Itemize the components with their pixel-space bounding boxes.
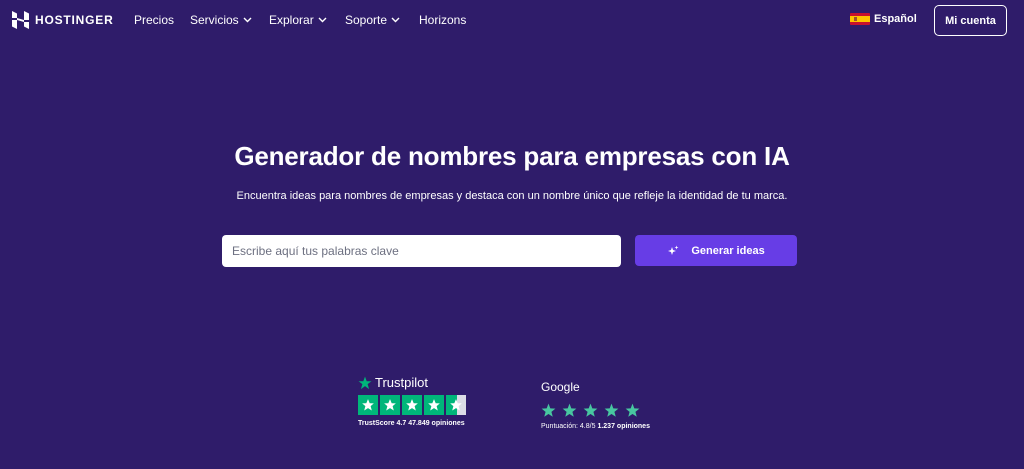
google-count: 1.237 opiniones bbox=[597, 423, 650, 430]
google-rating[interactable]: Google Puntuación: 4.8/5 1.237 opiniones bbox=[541, 380, 650, 430]
trustpilot-star-icon bbox=[358, 376, 372, 389]
my-account-button[interactable]: Mi cuenta bbox=[934, 5, 1007, 36]
page-title: Generador de nombres para empresas con I… bbox=[234, 141, 790, 171]
chevron-down-icon bbox=[391, 17, 400, 23]
star-icon bbox=[604, 403, 619, 417]
page: HOSTINGER Precios Servicios Explorar Sop… bbox=[0, 0, 1024, 469]
brand-name: HOSTINGER bbox=[35, 13, 114, 27]
brand-logo[interactable]: HOSTINGER bbox=[12, 11, 114, 29]
google-name: Google bbox=[541, 380, 580, 394]
nav-item-label: Explorar bbox=[269, 13, 314, 27]
nav-item-label: Horizons bbox=[419, 13, 467, 27]
star-icon bbox=[380, 395, 400, 415]
trustpilot-score-label: TrustScore 4.7 bbox=[358, 420, 407, 427]
star-icon bbox=[402, 395, 422, 415]
nav-item-precios[interactable]: Precios bbox=[134, 13, 174, 27]
generate-ideas-button[interactable]: Generar ideas bbox=[635, 235, 797, 266]
trustpilot-rating[interactable]: Trustpilot TrustScore 4.7 47.849 opinion… bbox=[358, 375, 466, 427]
chevron-down-icon bbox=[318, 17, 327, 23]
trustpilot-stars bbox=[358, 395, 466, 415]
star-icon bbox=[562, 403, 577, 417]
google-score-label: Puntuación: 4.8/5 bbox=[541, 423, 596, 430]
trustpilot-count-number: 47.849 opiniones bbox=[408, 420, 465, 427]
nav-item-label: Precios bbox=[134, 13, 175, 27]
language-selector[interactable]: Español bbox=[850, 13, 917, 25]
nav-item-horizons[interactable]: Horizons bbox=[419, 13, 466, 27]
nav-item-label: Soporte bbox=[345, 13, 388, 27]
star-icon bbox=[625, 403, 640, 417]
trustpilot-name: Trustpilot bbox=[375, 375, 428, 390]
star-icon bbox=[541, 403, 556, 417]
star-icon bbox=[358, 395, 378, 415]
language-label: Español bbox=[874, 13, 917, 25]
half-star-icon bbox=[446, 395, 466, 415]
keywords-input[interactable] bbox=[222, 235, 621, 267]
nav-item-soporte[interactable]: Soporte bbox=[345, 13, 400, 27]
star-icon bbox=[583, 403, 598, 417]
nav-item-explorar[interactable]: Explorar bbox=[269, 13, 327, 27]
hostinger-logo-icon bbox=[12, 11, 29, 29]
trustpilot-score: TrustScore 4.7 47.849 opiniones bbox=[358, 420, 466, 427]
star-icon bbox=[424, 395, 444, 415]
nav-item-servicios[interactable]: Servicios bbox=[190, 13, 252, 27]
nav-item-label: Servicios bbox=[190, 13, 239, 27]
top-navbar: HOSTINGER Precios Servicios Explorar Sop… bbox=[0, 0, 1024, 40]
spain-flag-icon bbox=[850, 13, 870, 25]
google-stars bbox=[541, 403, 650, 418]
google-score: Puntuación: 4.8/5 1.237 opiniones bbox=[541, 423, 650, 430]
page-subtitle: Encuentra ideas para nombres de empresas… bbox=[236, 190, 788, 202]
chevron-down-icon bbox=[243, 17, 252, 23]
sparkle-icon bbox=[668, 245, 679, 255]
generate-ideas-label: Generar ideas bbox=[691, 244, 765, 257]
